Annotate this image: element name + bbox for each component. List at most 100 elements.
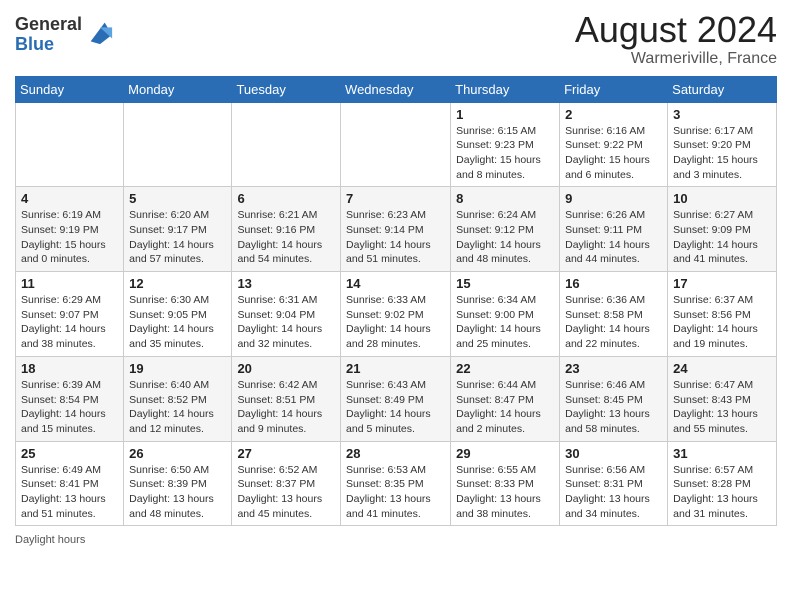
calendar-cell: 11 Sunrise: 6:29 AM Sunset: 9:07 PM Dayli… xyxy=(16,272,124,357)
day-info: Sunrise: 6:37 AM Sunset: 8:56 PM Dayligh… xyxy=(673,293,771,352)
day-info: Sunrise: 6:44 AM Sunset: 8:47 PM Dayligh… xyxy=(456,378,554,437)
day-info: Sunrise: 6:46 AM Sunset: 8:45 PM Dayligh… xyxy=(565,378,662,437)
calendar-cell: 3 Sunrise: 6:17 AM Sunset: 9:20 PM Daylig… xyxy=(668,102,777,187)
calendar-week-row: 4Sunrise: 6:19 AM Sunset: 9:19 PM Daylig… xyxy=(16,187,777,272)
calendar-cell xyxy=(232,102,341,187)
calendar-week-row: 1Sunrise: 6:15 AM Sunset: 9:23 PM Daylig… xyxy=(16,102,777,187)
day-number: 29 xyxy=(456,446,554,461)
day-info: Sunrise: 6:31 AM Sunset: 9:04 PM Dayligh… xyxy=(237,293,335,352)
calendar-cell: 23 Sunrise: 6:46 AM Sunset: 8:45 PM Dayli… xyxy=(560,356,668,441)
day-number: 9 xyxy=(565,191,662,206)
day-info: Sunrise: 6:17 AM Sunset: 9:20 PM Dayligh… xyxy=(673,124,771,183)
logo-text: General Blue xyxy=(15,15,82,55)
calendar-cell: 10 Sunrise: 6:27 AM Sunset: 9:09 PM Dayli… xyxy=(668,187,777,272)
calendar-cell: 6 Sunrise: 6:21 AM Sunset: 9:16 PM Daylig… xyxy=(232,187,341,272)
day-number: 23 xyxy=(565,361,662,376)
calendar-cell: 4Sunrise: 6:19 AM Sunset: 9:19 PM Daylig… xyxy=(16,187,124,272)
calendar-cell: 8Sunrise: 6:24 AM Sunset: 9:12 PM Daylig… xyxy=(451,187,560,272)
day-number: 30 xyxy=(565,446,662,461)
calendar-day-header: Friday xyxy=(560,76,668,102)
day-number: 24 xyxy=(673,361,771,376)
calendar-week-row: 11 Sunrise: 6:29 AM Sunset: 9:07 PM Dayli… xyxy=(16,272,777,357)
day-number: 21 xyxy=(346,361,445,376)
day-number: 16 xyxy=(565,276,662,291)
day-number: 5 xyxy=(129,191,226,206)
day-number: 13 xyxy=(237,276,335,291)
calendar-cell: 9 Sunrise: 6:26 AM Sunset: 9:11 PM Daylig… xyxy=(560,187,668,272)
day-info: Sunrise: 6:52 AM Sunset: 8:37 PM Dayligh… xyxy=(237,463,335,522)
calendar-cell: 2Sunrise: 6:16 AM Sunset: 9:22 PM Daylig… xyxy=(560,102,668,187)
calendar-cell: 29Sunrise: 6:55 AM Sunset: 8:33 PM Dayli… xyxy=(451,441,560,526)
day-info: Sunrise: 6:33 AM Sunset: 9:02 PM Dayligh… xyxy=(346,293,445,352)
calendar-cell: 13 Sunrise: 6:31 AM Sunset: 9:04 PM Dayli… xyxy=(232,272,341,357)
calendar-cell: 30 Sunrise: 6:56 AM Sunset: 8:31 PM Dayli… xyxy=(560,441,668,526)
day-number: 11 xyxy=(21,276,118,291)
day-info: Sunrise: 6:56 AM Sunset: 8:31 PM Dayligh… xyxy=(565,463,662,522)
day-number: 3 xyxy=(673,107,771,122)
logo: General Blue xyxy=(15,15,114,55)
day-number: 18 xyxy=(21,361,118,376)
day-info: Sunrise: 6:21 AM Sunset: 9:16 PM Dayligh… xyxy=(237,208,335,267)
logo-general: General xyxy=(15,15,82,35)
calendar-day-header: Tuesday xyxy=(232,76,341,102)
day-info: Sunrise: 6:36 AM Sunset: 8:58 PM Dayligh… xyxy=(565,293,662,352)
calendar-cell: 5 Sunrise: 6:20 AM Sunset: 9:17 PM Daylig… xyxy=(124,187,232,272)
day-info: Sunrise: 6:29 AM Sunset: 9:07 PM Dayligh… xyxy=(21,293,118,352)
calendar-cell: 1Sunrise: 6:15 AM Sunset: 9:23 PM Daylig… xyxy=(451,102,560,187)
calendar-day-header: Monday xyxy=(124,76,232,102)
day-number: 31 xyxy=(673,446,771,461)
calendar-cell: 18 Sunrise: 6:39 AM Sunset: 8:54 PM Dayli… xyxy=(16,356,124,441)
calendar-day-header: Wednesday xyxy=(341,76,451,102)
day-number: 14 xyxy=(346,276,445,291)
day-number: 27 xyxy=(237,446,335,461)
day-info: Sunrise: 6:24 AM Sunset: 9:12 PM Dayligh… xyxy=(456,208,554,267)
calendar-cell: 27 Sunrise: 6:52 AM Sunset: 8:37 PM Dayli… xyxy=(232,441,341,526)
page-header: General Blue August 2024 Warmeriville, F… xyxy=(15,10,777,68)
day-info: Sunrise: 6:42 AM Sunset: 8:51 PM Dayligh… xyxy=(237,378,335,437)
location-title: Warmeriville, France xyxy=(575,50,777,68)
day-number: 6 xyxy=(237,191,335,206)
day-info: Sunrise: 6:57 AM Sunset: 8:28 PM Dayligh… xyxy=(673,463,771,522)
calendar-cell: 20Sunrise: 6:42 AM Sunset: 8:51 PM Dayli… xyxy=(232,356,341,441)
calendar-cell: 24 Sunrise: 6:47 AM Sunset: 8:43 PM Dayli… xyxy=(668,356,777,441)
day-number: 28 xyxy=(346,446,445,461)
day-info: Sunrise: 6:47 AM Sunset: 8:43 PM Dayligh… xyxy=(673,378,771,437)
calendar-cell: 22 Sunrise: 6:44 AM Sunset: 8:47 PM Dayli… xyxy=(451,356,560,441)
day-number: 22 xyxy=(456,361,554,376)
calendar-cell xyxy=(16,102,124,187)
day-info: Sunrise: 6:27 AM Sunset: 9:09 PM Dayligh… xyxy=(673,208,771,267)
day-number: 25 xyxy=(21,446,118,461)
footer: Daylight hours xyxy=(15,534,777,546)
day-info: Sunrise: 6:39 AM Sunset: 8:54 PM Dayligh… xyxy=(21,378,118,437)
day-info: Sunrise: 6:40 AM Sunset: 8:52 PM Dayligh… xyxy=(129,378,226,437)
daylight-label: Daylight hours xyxy=(15,534,85,546)
day-number: 19 xyxy=(129,361,226,376)
calendar-cell: 31 Sunrise: 6:57 AM Sunset: 8:28 PM Dayli… xyxy=(668,441,777,526)
month-title: August 2024 xyxy=(575,10,777,50)
calendar-cell: 17 Sunrise: 6:37 AM Sunset: 8:56 PM Dayli… xyxy=(668,272,777,357)
title-section: August 2024 Warmeriville, France xyxy=(575,10,777,68)
day-number: 10 xyxy=(673,191,771,206)
day-info: Sunrise: 6:34 AM Sunset: 9:00 PM Dayligh… xyxy=(456,293,554,352)
day-info: Sunrise: 6:23 AM Sunset: 9:14 PM Dayligh… xyxy=(346,208,445,267)
calendar-cell: 19 Sunrise: 6:40 AM Sunset: 8:52 PM Dayli… xyxy=(124,356,232,441)
logo-icon xyxy=(86,18,114,46)
calendar-cell: 16 Sunrise: 6:36 AM Sunset: 8:58 PM Dayli… xyxy=(560,272,668,357)
day-info: Sunrise: 6:20 AM Sunset: 9:17 PM Dayligh… xyxy=(129,208,226,267)
calendar-day-header: Sunday xyxy=(16,76,124,102)
day-info: Sunrise: 6:49 AM Sunset: 8:41 PM Dayligh… xyxy=(21,463,118,522)
calendar-cell: 25 Sunrise: 6:49 AM Sunset: 8:41 PM Dayli… xyxy=(16,441,124,526)
calendar-week-row: 25 Sunrise: 6:49 AM Sunset: 8:41 PM Dayli… xyxy=(16,441,777,526)
day-info: Sunrise: 6:26 AM Sunset: 9:11 PM Dayligh… xyxy=(565,208,662,267)
day-number: 1 xyxy=(456,107,554,122)
day-info: Sunrise: 6:50 AM Sunset: 8:39 PM Dayligh… xyxy=(129,463,226,522)
calendar-table: SundayMondayTuesdayWednesdayThursdayFrid… xyxy=(15,76,777,527)
day-number: 15 xyxy=(456,276,554,291)
day-number: 4 xyxy=(21,191,118,206)
calendar-week-row: 18 Sunrise: 6:39 AM Sunset: 8:54 PM Dayli… xyxy=(16,356,777,441)
day-number: 26 xyxy=(129,446,226,461)
calendar-day-header: Thursday xyxy=(451,76,560,102)
day-number: 17 xyxy=(673,276,771,291)
calendar-cell: 12Sunrise: 6:30 AM Sunset: 9:05 PM Dayli… xyxy=(124,272,232,357)
day-info: Sunrise: 6:43 AM Sunset: 8:49 PM Dayligh… xyxy=(346,378,445,437)
